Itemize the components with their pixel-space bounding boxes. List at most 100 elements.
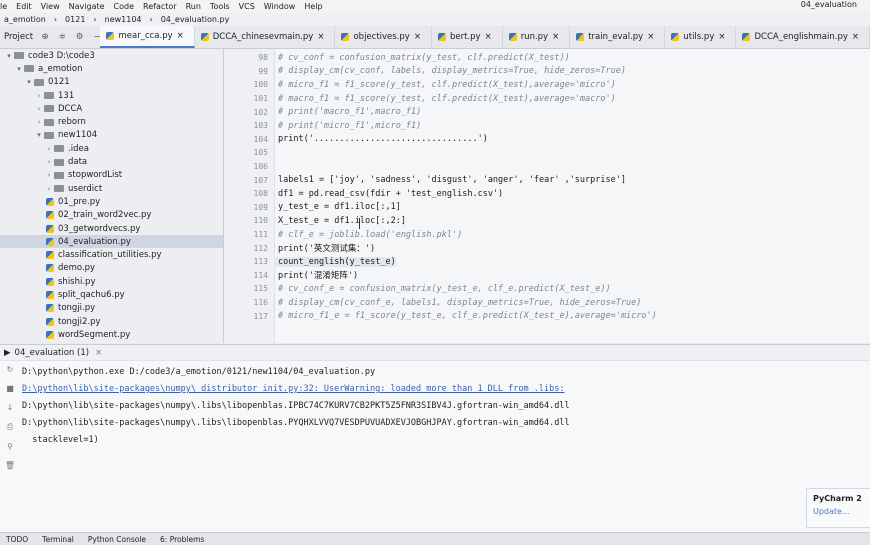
- chevron-right-icon[interactable]: ›: [44, 171, 54, 179]
- chevron-down-icon[interactable]: ▾: [14, 65, 24, 73]
- menu-item[interactable]: Window: [264, 2, 296, 11]
- menu-item[interactable]: Code: [114, 2, 134, 11]
- tree-item[interactable]: ▾ a_emotion: [0, 62, 223, 75]
- close-icon[interactable]: ×: [485, 32, 492, 42]
- menu-item[interactable]: le: [0, 2, 7, 11]
- menu-item[interactable]: Tools: [210, 2, 230, 11]
- tree-item[interactable]: tongji.py: [0, 302, 223, 315]
- menu-item[interactable]: Help: [304, 2, 322, 11]
- status-tool-button[interactable]: Python Console: [88, 535, 146, 544]
- editor-tab[interactable]: run.py ×: [503, 26, 571, 48]
- window-title: 04_evaluation: [800, 0, 857, 9]
- tree-item[interactable]: wordSegment.py: [0, 328, 223, 341]
- menu-item[interactable]: VCS: [239, 2, 255, 11]
- trash-icon[interactable]: 🗑: [5, 461, 15, 470]
- tree-item-label: data: [68, 157, 88, 168]
- line-number: 104: [253, 134, 268, 144]
- breadcrumb: a_emotion › 0121 › new1104 › 04_evaluation.py: [0, 13, 870, 26]
- tree-item[interactable]: › stopwordList: [0, 169, 223, 182]
- close-icon[interactable]: ×: [552, 32, 559, 42]
- line-number: 113: [253, 257, 268, 267]
- pin-icon[interactable]: ⚲: [7, 442, 13, 451]
- run-tab[interactable]: ▶ 04_evaluation (1) ×: [0, 345, 870, 361]
- tree-item[interactable]: › userdict: [0, 182, 223, 195]
- console-link[interactable]: D:\python\lib\site-packages\numpy\_distr…: [22, 381, 862, 398]
- chevron-down-icon[interactable]: ▾: [24, 78, 34, 86]
- tree-item[interactable]: tongji2.py: [0, 315, 223, 328]
- tree-item[interactable]: ▾ 0121: [0, 76, 223, 89]
- tree-item[interactable]: › DCCA: [0, 102, 223, 115]
- close-icon[interactable]: ×: [177, 31, 184, 41]
- tree-item[interactable]: › .idea: [0, 142, 223, 155]
- tree-item[interactable]: classification_utilities.py: [0, 248, 223, 261]
- collapse-icon[interactable]: ≑: [59, 32, 66, 42]
- code-editor[interactable]: 98 # cv_conf = confusion_matrix(y_test, c…: [224, 49, 870, 343]
- menu-item[interactable]: Refactor: [143, 2, 177, 11]
- editor-tab[interactable]: train_eval.py ×: [570, 26, 666, 48]
- close-icon[interactable]: ×: [317, 32, 324, 42]
- tree-item[interactable]: ▾ new1104: [0, 129, 223, 142]
- status-tool-button[interactable]: TODO: [6, 535, 28, 544]
- tree-item[interactable]: 02_train_word2vec.py: [0, 209, 223, 222]
- chevron-right-icon[interactable]: ›: [34, 118, 44, 126]
- close-icon[interactable]: ×: [718, 32, 725, 42]
- tree-item-label: userdict: [68, 183, 103, 194]
- tree-item[interactable]: ▾ code3 D:\code3: [0, 49, 223, 62]
- status-tool-button[interactable]: Terminal: [42, 535, 74, 544]
- tree-item[interactable]: 03_getwordvecs.py: [0, 222, 223, 235]
- line-number: 102: [253, 107, 268, 117]
- tree-item[interactable]: 01_pre.py: [0, 195, 223, 208]
- gear-icon[interactable]: ⚙: [76, 32, 84, 42]
- breadcrumb-item[interactable]: new1104: [105, 15, 142, 24]
- breadcrumb-item[interactable]: 04_evaluation.py: [161, 15, 230, 24]
- scroll-icon[interactable]: ↓: [7, 403, 14, 412]
- menu-item[interactable]: Run: [186, 2, 201, 11]
- tree-item[interactable]: › data: [0, 155, 223, 168]
- stop-icon[interactable]: ■: [6, 384, 14, 393]
- rerun-icon[interactable]: ↻: [7, 365, 14, 374]
- breadcrumb-item[interactable]: a_emotion: [4, 15, 46, 24]
- chevron-down-icon[interactable]: ▾: [34, 131, 44, 139]
- close-icon[interactable]: ×: [95, 348, 102, 358]
- code-line: 100 # micro_f1 = f1_score(y_test, clf.pre…: [224, 78, 870, 92]
- editor-tab[interactable]: DCCA_englishmain.py ×: [736, 26, 870, 48]
- project-panel-label[interactable]: Project: [0, 32, 41, 42]
- editor-tab[interactable]: objectives.py ×: [335, 26, 432, 48]
- menu-item[interactable]: Navigate: [69, 2, 105, 11]
- console-output[interactable]: D:\python\python.exe D:/code3/a_emotion/…: [22, 364, 862, 449]
- chevron-right-icon[interactable]: ›: [44, 185, 54, 193]
- chevron-down-icon[interactable]: ▾: [4, 52, 14, 60]
- close-icon[interactable]: ×: [852, 32, 859, 42]
- python-file-icon: [437, 33, 446, 41]
- tree-item[interactable]: › reborn: [0, 115, 223, 128]
- tree-item[interactable]: shishi.py: [0, 275, 223, 288]
- code-line: 105: [224, 146, 870, 160]
- locate-icon[interactable]: ⊕: [41, 32, 48, 42]
- editor-tab[interactable]: bert.py ×: [432, 26, 503, 48]
- tree-item[interactable]: demo.py: [0, 262, 223, 275]
- breadcrumb-item[interactable]: 0121: [65, 15, 85, 24]
- python-file-icon: [576, 33, 585, 41]
- tab-label: DCCA_chinesevmain.py: [212, 32, 314, 42]
- tree-item[interactable]: › 131: [0, 89, 223, 102]
- editor-tab[interactable]: DCCA_chinesevmain.py ×: [195, 26, 336, 48]
- close-icon[interactable]: ×: [647, 32, 654, 42]
- python-file-icon: [46, 211, 54, 220]
- print-icon[interactable]: ⎙: [7, 422, 13, 432]
- minimize-icon[interactable]: −: [93, 32, 100, 42]
- chevron-right-icon[interactable]: ›: [34, 105, 44, 113]
- editor-tab[interactable]: utils.py ×: [665, 26, 737, 48]
- status-tool-button[interactable]: 6: Problems: [160, 535, 204, 544]
- chevron-right-icon[interactable]: ›: [44, 145, 54, 153]
- chevron-right-icon[interactable]: ›: [44, 158, 54, 166]
- tree-item[interactable]: 04_evaluation.py: [0, 235, 223, 249]
- update-link[interactable]: Update...: [807, 503, 870, 516]
- menu-item[interactable]: View: [41, 2, 60, 11]
- close-icon[interactable]: ×: [414, 32, 421, 42]
- tree-item[interactable]: split_qachu6.py: [0, 288, 223, 301]
- menu-item[interactable]: Edit: [16, 2, 32, 11]
- chevron-right-icon[interactable]: ›: [34, 92, 44, 100]
- editor-tab[interactable]: mear_cca.py ×: [100, 26, 195, 48]
- update-notification[interactable]: PyCharm 2 Update...: [806, 488, 870, 528]
- run-tab-label: 04_evaluation (1): [14, 347, 90, 358]
